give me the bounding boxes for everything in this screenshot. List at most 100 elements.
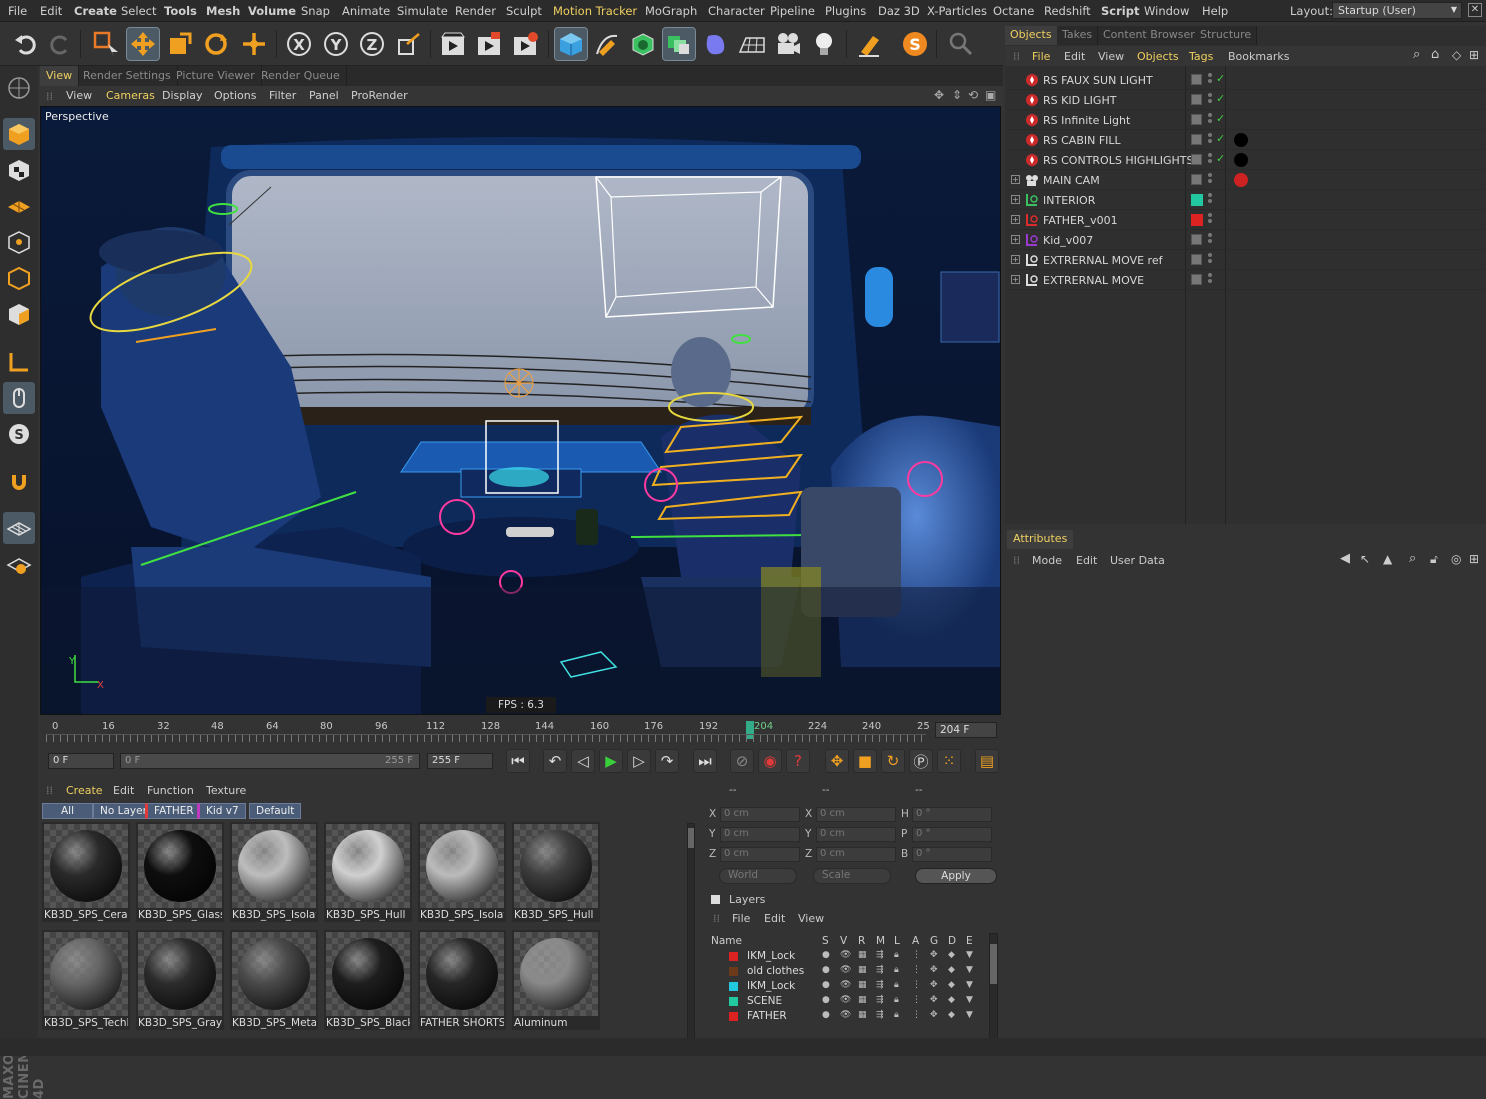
pan-icon[interactable]: ✥ [934,88,944,102]
floor-environment-icon[interactable] [736,28,768,60]
record-active-icon[interactable]: ◉ [758,749,782,773]
obj-menu-bookmarks[interactable]: Bookmarks [1228,50,1289,63]
object-row[interactable]: RS CONTROLS HIGHLIGHTS ✓ [1007,150,1485,170]
end-frame-field[interactable]: 255 F [427,753,493,769]
layout-dropdown[interactable]: Startup (User) ▼ [1332,2,1462,19]
expand-icon[interactable]: + [1011,175,1020,184]
coord-value-field[interactable]: 0 cm [816,827,896,842]
layer-toggle-icon[interactable]: ⋮ [912,980,921,990]
coord-value-field[interactable]: 0 cm [816,807,896,822]
lock-icon[interactable]: 🔓︎ [1430,552,1438,567]
enabled-check-icon[interactable]: ✓ [1216,72,1225,85]
vp-menu-filter[interactable]: Filter [269,89,296,102]
layer-slot-icon[interactable] [1191,274,1202,285]
layer-toggle-icon[interactable]: ✥ [930,965,938,975]
menu-volume[interactable]: Volume [248,4,296,18]
object-row[interactable]: RS CABIN FILL ✓ [1007,130,1485,150]
coord-mode-scale[interactable]: Scale [813,868,891,884]
go-to-end-icon[interactable]: ⏭ [693,749,717,773]
layer-toggle-icon[interactable]: ▼ [966,1010,973,1020]
expand-icon[interactable]: + [1011,215,1020,224]
menu-sculpt[interactable]: Sculpt [506,4,542,18]
layer-toggle-icon[interactable]: ▦ [858,995,867,1005]
object-name[interactable]: MAIN CAM [1043,174,1100,187]
apply-button[interactable]: Apply [915,868,997,884]
layers-column-header[interactable]: Name [711,935,742,947]
vp-menu-prorender[interactable]: ProRender [351,89,408,102]
menu-edit[interactable]: Edit [40,4,62,18]
new-panel-icon[interactable]: ⊞ [1469,48,1479,62]
layer-toggle-icon[interactable]: 👁︎ [840,995,851,1005]
layer-tab-kid-v7[interactable]: Kid v7 [197,803,246,819]
layer-toggle-icon[interactable]: 🔒︎ [894,965,899,975]
record-disabled-icon[interactable]: ⊘ [730,749,754,773]
points-mode-icon[interactable] [3,226,35,258]
layer-slot-icon[interactable] [1191,154,1202,165]
workplane-snap-icon[interactable] [3,548,35,580]
material-swatch[interactable]: KB3D_SPS_GrayM [136,930,224,1030]
menu-x-particles[interactable]: X-Particles [927,4,987,18]
search-icon[interactable]: ⌕ [1409,551,1416,566]
rotate-tool-icon[interactable] [200,28,232,60]
layer-toggle-icon[interactable]: ▦ [858,950,867,960]
key-scale-icon[interactable]: ■ [853,749,877,773]
menu-select[interactable]: Select [121,4,156,18]
layer-toggle-icon[interactable]: ▦ [858,1010,867,1020]
menu-simulate[interactable]: Simulate [397,4,448,18]
material-swatch[interactable]: Aluminum [512,930,600,1030]
layer-toggle-icon[interactable]: 👁︎ [840,950,851,960]
attr-menu-user-data[interactable]: User Data [1110,554,1165,567]
layers-column-header[interactable]: R [858,935,865,947]
pointer-icon[interactable]: ↖ [1360,552,1370,566]
coord-value-field[interactable]: 0 ° [912,807,992,822]
layer-toggle-icon[interactable]: ● [822,1010,830,1020]
key-position-icon[interactable]: ✥ [825,749,849,773]
layers-menu-edit[interactable]: Edit [764,912,785,925]
layer-slot-icon[interactable] [1191,134,1202,145]
layer-toggle-icon[interactable]: ✥ [930,995,938,1005]
layer-toggle-icon[interactable]: ▦ [858,980,867,990]
view-toggle-icon[interactable]: ◇ [1452,48,1461,62]
x-axis-icon[interactable]: X [283,28,315,60]
obj-menu-edit[interactable]: Edit [1064,50,1085,63]
visibility-dots-icon[interactable] [1208,73,1212,87]
layers-column-header[interactable]: G [930,935,938,947]
vp-menu-cameras[interactable]: Cameras [106,89,155,102]
layer-slot-icon[interactable] [1191,94,1202,105]
layer-toggle-icon[interactable]: ⇶ [876,995,884,1005]
layer-toggle-icon[interactable]: ◆ [948,980,955,990]
menu-render[interactable]: Render [455,4,496,18]
layer-toggle-icon[interactable]: 👁︎ [840,980,851,990]
model-mode-icon[interactable] [3,118,35,150]
coord-value-field[interactable]: 0 cm [720,807,800,822]
enabled-check-icon[interactable]: ✓ [1216,112,1225,125]
mat-menu-create[interactable]: Create [66,784,103,797]
menu-window[interactable]: Window [1144,4,1189,18]
expand-icon[interactable]: + [1011,195,1020,204]
magnet-icon[interactable] [3,466,35,498]
next-frame-icon[interactable]: ▷ [627,749,651,773]
object-name[interactable]: RS CONTROLS HIGHLIGHTS [1043,154,1194,167]
undo-icon[interactable] [10,28,42,60]
timeline-film-icon[interactable]: ▤ [975,749,999,773]
object-name[interactable]: Kid_v007 [1043,234,1093,247]
coord-value-field[interactable]: 0 cm [720,827,800,842]
go-to-start-icon[interactable]: ⏮ [506,749,530,773]
layer-toggle-icon[interactable]: ⇶ [876,980,884,990]
tab-render-settings[interactable]: Render Settings [77,66,178,86]
zoom-icon[interactable]: ⇕ [952,88,962,102]
visibility-dots-icon[interactable] [1208,113,1212,127]
layer-color-swatch[interactable] [729,967,738,976]
coord-value-field[interactable]: 0 cm [720,847,800,862]
layer-row[interactable]: old clothes ● 👁︎ ▦ ⇶ 🔒︎ ⋮ ✥ ◆ ▼ [709,964,994,979]
move-tool-icon[interactable] [126,27,160,61]
tab-objects[interactable]: Objects [1005,26,1058,45]
visibility-dots-icon[interactable] [1208,173,1212,187]
object-row[interactable]: + MAIN CAM [1007,170,1485,190]
menu-character[interactable]: Character [708,4,765,18]
layer-slot-icon[interactable] [1191,254,1202,265]
layer-color-swatch[interactable] [729,952,738,961]
object-name[interactable]: EXTRERNAL MOVE ref [1043,254,1162,267]
layer-toggle-icon[interactable]: ● [822,995,830,1005]
axis-mode-icon[interactable] [3,346,35,378]
